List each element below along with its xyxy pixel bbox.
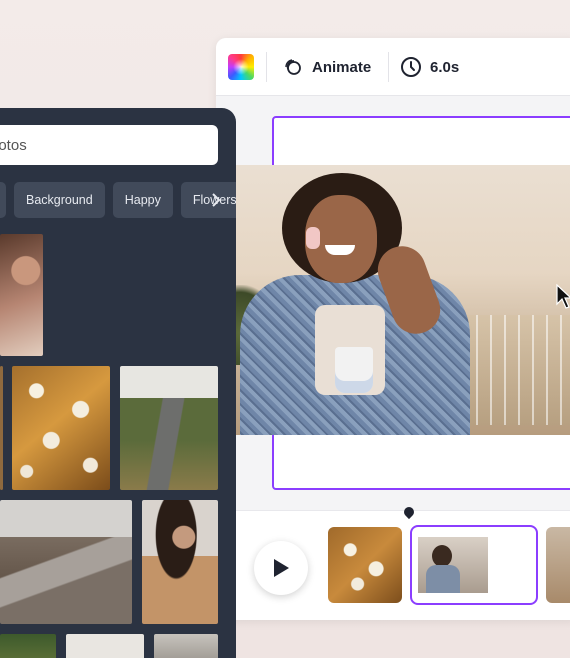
clock-icon: [400, 56, 422, 78]
filter-chips: Background Happy Flowers: [0, 182, 236, 218]
photos-panel: Background Happy Flowers: [0, 108, 236, 658]
chip-happy[interactable]: Happy: [112, 182, 173, 218]
photo-tile-road[interactable]: [120, 366, 218, 490]
photo-tile-flowers[interactable]: [12, 366, 110, 490]
timeline-clip-desert[interactable]: [546, 527, 570, 603]
toolbar-divider: [266, 52, 267, 82]
chevron-right-icon[interactable]: [204, 182, 228, 218]
play-icon: [274, 559, 289, 577]
animate-icon: [282, 56, 304, 78]
animate-label: Animate: [312, 58, 372, 76]
photo-tile-partial[interactable]: [0, 366, 3, 490]
search-input[interactable]: [0, 136, 218, 154]
duration-label: 6.0s: [430, 58, 460, 76]
photo-cup: [335, 347, 373, 393]
color-swatch-icon[interactable]: [228, 54, 254, 80]
timeline-clip-flowers[interactable]: [328, 527, 402, 603]
mouse-pointer-icon: [556, 284, 570, 309]
headphone-icon: [306, 227, 320, 249]
duration-button[interactable]: 6.0s: [400, 38, 459, 96]
timeline-clip-selected[interactable]: [410, 525, 538, 605]
photo-tile-forest[interactable]: [0, 634, 56, 658]
clip-thumbnail: [418, 537, 488, 593]
chip-background[interactable]: Background: [14, 182, 105, 218]
play-button[interactable]: [254, 541, 308, 595]
photo-tile-woman[interactable]: [142, 500, 218, 624]
dragged-photo[interactable]: [200, 165, 570, 435]
photo-tile-light[interactable]: [66, 634, 144, 658]
photo-tile-grey[interactable]: [154, 634, 218, 658]
toolbar-divider: [388, 52, 389, 82]
editor-toolbar: Animate 6.0s: [216, 38, 570, 96]
animate-button[interactable]: Animate: [282, 38, 371, 96]
timeline: [216, 504, 570, 620]
photo-tile-couple[interactable]: [0, 234, 43, 356]
chip-partial[interactable]: [0, 182, 6, 218]
photo-tile-mountains[interactable]: [0, 500, 132, 624]
search-box[interactable]: [0, 125, 218, 165]
playhead[interactable]: [401, 504, 417, 520]
